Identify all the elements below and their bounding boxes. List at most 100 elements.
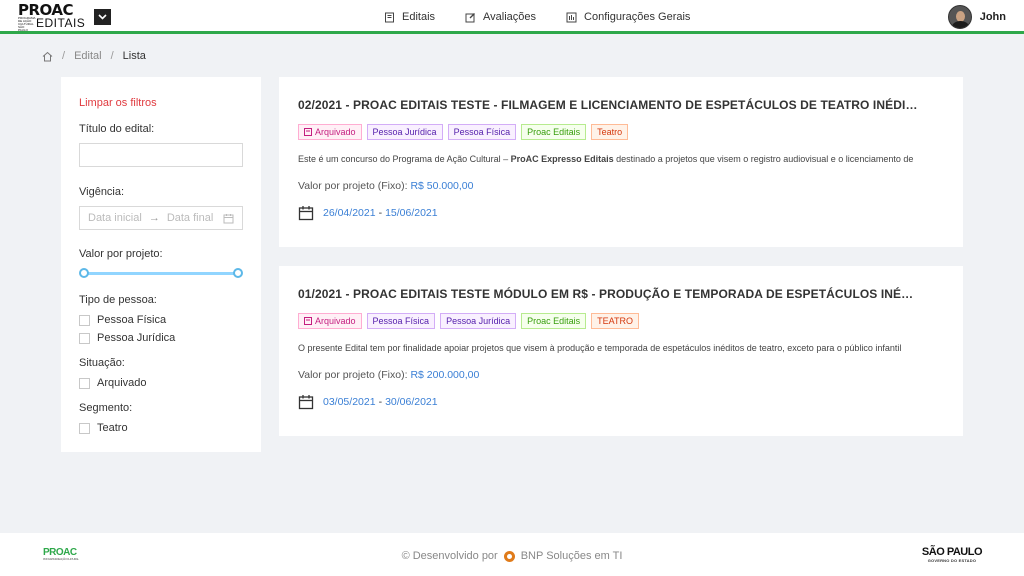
credit-company[interactable]: BNP Soluções em TI: [521, 550, 623, 562]
checkbox-teatro[interactable]: Teatro: [79, 422, 243, 434]
credit-prefix: © Desenvolvido por: [401, 550, 498, 562]
user-menu[interactable]: John: [947, 5, 1006, 29]
start-date: 03/05/2021: [323, 396, 376, 408]
calendar-icon: [223, 213, 234, 224]
end-date: 30/06/2021: [385, 396, 438, 408]
tag-label: Pessoa Física: [453, 127, 511, 137]
title-filter-label: Título do edital:: [79, 123, 155, 135]
proac-logo[interactable]: PROAC EDITAIS PROGRAMA DE AÇÃO CULTURAL …: [18, 3, 88, 32]
nav-configuracoes-label: Configurações Gerais: [584, 11, 691, 23]
date-separator: -: [378, 396, 383, 408]
book-icon: [384, 12, 395, 23]
app-switcher-dropdown[interactable]: [94, 9, 111, 25]
tag-programa: Proac Editais: [521, 313, 587, 329]
edital-card[interactable]: 01/2021 - PROAC EDITAIS TESTE MÓDULO EM …: [279, 266, 963, 436]
tag-label: Arquivado: [315, 127, 356, 137]
tag-label: Pessoa Jurídica: [372, 127, 437, 137]
clear-filters-link[interactable]: Limpar os filtros: [79, 97, 243, 109]
breadcrumb: / Edital / Lista: [42, 50, 146, 62]
archive-icon: [304, 317, 312, 325]
edital-tags: Arquivado Pessoa Jurídica Pessoa Física …: [298, 124, 944, 140]
checkbox-pessoa-juridica[interactable]: Pessoa Jurídica: [79, 332, 243, 344]
valor-filter-label: Valor por projeto:: [79, 248, 163, 260]
main-nav: Editais Avaliações Configurações Gerais: [384, 0, 720, 34]
tag-label: Proac Editais: [527, 127, 581, 137]
checkbox-label: Pessoa Jurídica: [97, 332, 176, 344]
tag-label: Pessoa Jurídica: [446, 316, 511, 326]
tag-pessoa: Pessoa Física: [447, 124, 517, 140]
sp-title: SÃO PAULO: [921, 546, 983, 558]
desc-text: Este é um concurso do Programa de Ação C…: [298, 154, 511, 164]
edital-valor: Valor por projeto (Fixo): R$ 50.000,00: [298, 180, 944, 192]
tipo-pessoa-group: Tipo de pessoa: Pessoa Física Pessoa Jur…: [79, 294, 243, 344]
edital-dates: 26/04/2021 - 15/06/2021: [298, 205, 944, 221]
sao-paulo-logo: SÃO PAULO GOVERNO DO ESTADO: [921, 546, 983, 564]
breadcrumb-lista: Lista: [122, 50, 146, 62]
tag-arquivado: Arquivado: [298, 124, 362, 140]
logo-small-text: PROGRAMA DE AÇÃO CULTURAL SÃO PAULO: [18, 16, 36, 32]
calendar-icon: [298, 394, 314, 410]
home-icon[interactable]: [42, 51, 53, 62]
tag-pessoa: Pessoa Jurídica: [366, 124, 443, 140]
checkbox-box[interactable]: [79, 422, 90, 434]
sp-sub: GOVERNO DO ESTADO: [927, 558, 977, 563]
nav-editais[interactable]: Editais: [384, 11, 435, 23]
vigencia-range-picker[interactable]: Data inicial → Data final: [79, 206, 243, 230]
segmento-label: Segmento:: [79, 402, 133, 414]
valor-label: Valor por projeto (Fixo):: [298, 369, 411, 381]
date-separator: -: [378, 207, 383, 219]
bnp-logo-icon: [503, 550, 515, 562]
chart-icon: [566, 12, 577, 23]
top-header: PROAC EDITAIS PROGRAMA DE AÇÃO CULTURAL …: [0, 0, 1024, 34]
edital-title[interactable]: 01/2021 - PROAC EDITAIS TESTE MÓDULO EM …: [298, 287, 918, 301]
segmento-group: Segmento: Teatro: [79, 402, 243, 434]
footer: PROAC PROGRAMA DE AÇÃO CULTURAL © Desenv…: [0, 533, 1024, 576]
breadcrumb-separator: /: [110, 50, 114, 62]
slider-handle-min[interactable]: [79, 268, 89, 278]
tag-segmento: TEATRO: [591, 313, 639, 329]
edital-title[interactable]: 02/2021 - PROAC EDITAIS TESTE - FILMAGEM…: [298, 98, 918, 112]
checkbox-box[interactable]: [79, 377, 90, 389]
edit-icon: [465, 12, 476, 23]
avatar-body: [951, 21, 969, 28]
edital-card[interactable]: 02/2021 - PROAC EDITAIS TESTE - FILMAGEM…: [279, 77, 963, 247]
user-name: John: [979, 11, 1006, 23]
slider-handle-max[interactable]: [233, 268, 243, 278]
checkbox-label: Pessoa Física: [97, 314, 167, 326]
start-date: 26/04/2021: [323, 207, 376, 219]
arrow-right-icon: →: [148, 212, 160, 224]
archive-icon: [304, 128, 312, 136]
nav-editais-label: Editais: [402, 11, 436, 23]
situacao-group: Situação: Arquivado: [79, 357, 243, 389]
tag-label: Teatro: [597, 127, 623, 137]
desc-bold: ProAC Expresso Editais: [510, 154, 614, 164]
footer-credit: © Desenvolvido por BNP Soluções em TI: [0, 550, 1024, 562]
valor-label: Valor por projeto (Fixo):: [298, 180, 411, 192]
slider-track[interactable]: [83, 272, 239, 275]
nav-avaliacoes[interactable]: Avaliações: [465, 11, 536, 23]
tag-segmento: Teatro: [591, 124, 629, 140]
checkbox-box[interactable]: [79, 332, 90, 344]
checkbox-label: Teatro: [97, 422, 128, 434]
checkbox-pessoa-fisica[interactable]: Pessoa Física: [79, 314, 243, 326]
tag-arquivado: Arquivado: [298, 313, 362, 329]
edital-tags: Arquivado Pessoa Física Pessoa Jurídica …: [298, 313, 944, 329]
title-filter-input[interactable]: [79, 143, 243, 167]
tag-label: Arquivado: [315, 316, 356, 326]
checkbox-arquivado[interactable]: Arquivado: [79, 377, 243, 389]
start-date-placeholder[interactable]: Data inicial: [88, 212, 142, 224]
checkbox-label: Arquivado: [97, 377, 147, 389]
nav-configuracoes[interactable]: Configurações Gerais: [566, 11, 690, 23]
avatar[interactable]: [947, 5, 972, 29]
desc-text: O presente Edital tem por finalidade apo…: [298, 343, 902, 353]
checkbox-box[interactable]: [79, 314, 90, 326]
tag-pessoa: Pessoa Física: [366, 313, 436, 329]
tag-pessoa: Pessoa Jurídica: [440, 313, 517, 329]
breadcrumb-edital[interactable]: Edital: [74, 50, 102, 62]
valor-range-slider[interactable]: [79, 268, 243, 278]
end-date-placeholder[interactable]: Data final: [167, 212, 213, 224]
calendar-icon: [298, 205, 314, 221]
tag-label: TEATRO: [597, 316, 633, 326]
nav-avaliacoes-label: Avaliações: [483, 11, 537, 23]
desc-text: destinado a projetos que visem o registr…: [616, 154, 914, 164]
